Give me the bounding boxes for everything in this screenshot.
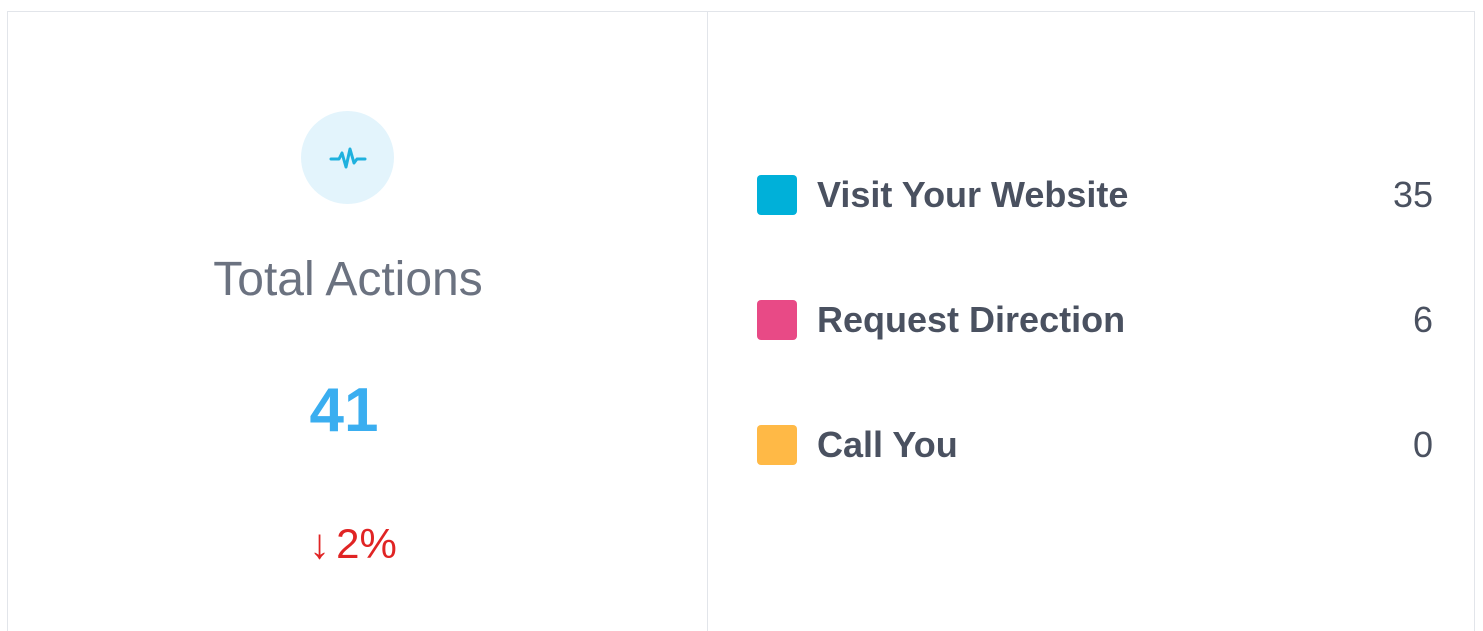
arrow-down-icon: ↓ xyxy=(309,520,331,567)
change-indicator: ↓ 2% xyxy=(8,517,698,571)
activity-icon-badge xyxy=(301,111,394,204)
actions-legend: Visit Your Website 35 Request Direction … xyxy=(757,12,1433,631)
change-percent: 2% xyxy=(336,520,397,567)
legend-item-call-you: Call You 0 xyxy=(757,422,1433,468)
total-actions-summary: Total Actions 41 ↓ 2% xyxy=(8,12,707,631)
legend-swatch xyxy=(757,175,797,215)
legend-item-request-direction: Request Direction 6 xyxy=(757,297,1433,343)
legend-item-count: 6 xyxy=(1412,299,1433,340)
total-actions-value: 41 xyxy=(309,376,379,445)
legend-item-label: Visit Your Website xyxy=(817,174,1129,215)
activity-pulse-icon xyxy=(329,147,366,168)
total-actions-label: Total Actions xyxy=(213,253,483,306)
legend-item-visit-website: Visit Your Website 35 xyxy=(757,172,1433,218)
section-divider xyxy=(707,12,708,631)
legend-item-label: Request Direction xyxy=(817,299,1126,340)
legend-item-count: 35 xyxy=(1392,174,1433,215)
legend-swatch xyxy=(757,425,797,465)
legend-swatch xyxy=(757,300,797,340)
legend-item-count: 0 xyxy=(1412,424,1433,465)
legend-item-label: Call You xyxy=(817,424,958,465)
total-actions-card: Total Actions 41 ↓ 2% Visit Your Website … xyxy=(7,11,1475,631)
